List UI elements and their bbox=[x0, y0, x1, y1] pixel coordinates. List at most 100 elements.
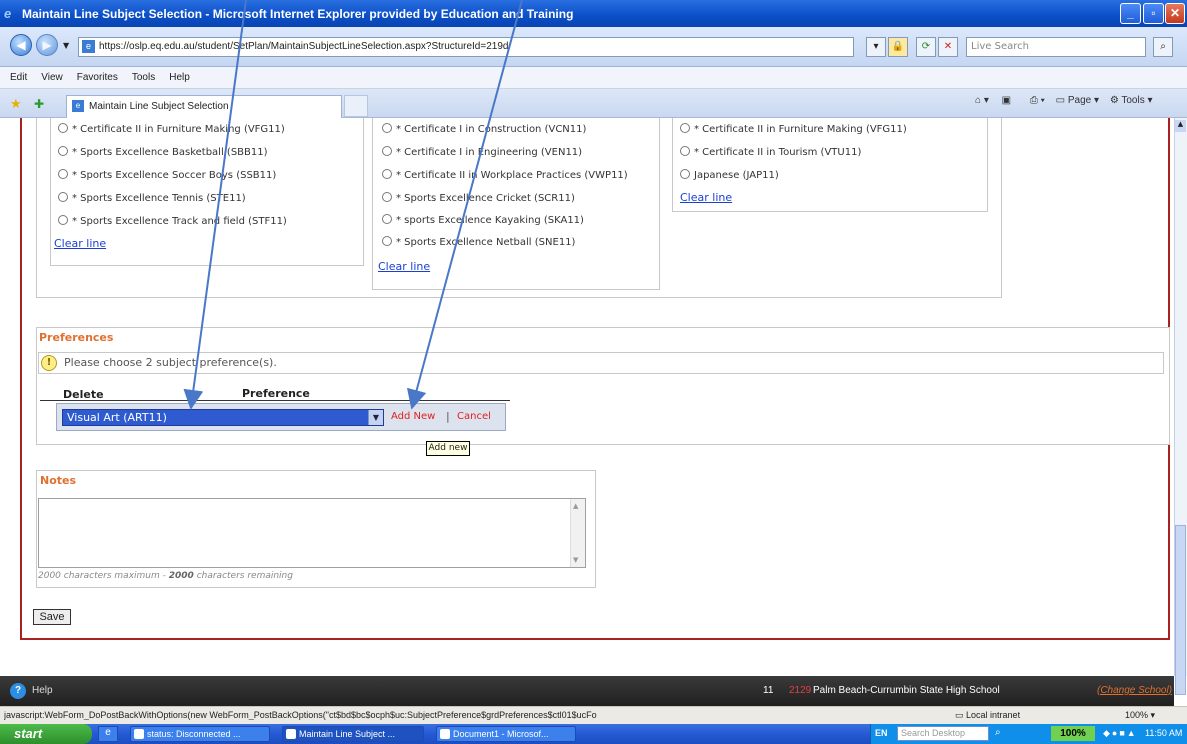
back-icon[interactable]: ◀ bbox=[10, 34, 32, 56]
language-indicator[interactable]: EN bbox=[875, 728, 888, 738]
column-preference: Preference bbox=[242, 387, 310, 400]
add-new-link[interactable]: Add New bbox=[391, 411, 435, 422]
radio-icon[interactable] bbox=[58, 146, 68, 156]
menu-view[interactable]: View bbox=[41, 72, 63, 83]
save-button[interactable]: Save bbox=[33, 609, 71, 625]
zoom-level[interactable]: 100% ▾ bbox=[1125, 710, 1155, 721]
option-line1-1[interactable]: * Certificate II in Furniture Making (VF… bbox=[58, 123, 285, 135]
change-school-link[interactable]: (Change School) bbox=[1097, 685, 1172, 696]
taskbar-item-document[interactable]: Document1 - Microsof... bbox=[436, 726, 576, 742]
scroll-up-icon[interactable]: ▲ bbox=[1175, 120, 1186, 132]
stop-icon[interactable]: ✕ bbox=[938, 37, 958, 57]
menu-edit[interactable]: Edit bbox=[10, 72, 27, 83]
add-favorites-icon[interactable]: ✚ bbox=[34, 97, 44, 111]
desktop-search-input[interactable]: Search Desktop bbox=[897, 726, 989, 741]
help-bar: ? Help 11 2129 Palm Beach-Currumbin Stat… bbox=[0, 676, 1174, 706]
option-line2-6[interactable]: * Sports Excellence Netball (SNE11) bbox=[382, 236, 575, 248]
tab-maintain-line-subject[interactable]: e Maintain Line Subject Selection bbox=[66, 95, 342, 118]
tab-ie-icon: e bbox=[72, 100, 84, 112]
windows-taskbar: start e status: Disconnected ... Maintai… bbox=[0, 724, 1187, 744]
option-line3-3[interactable]: Japanese (JAP11) bbox=[680, 169, 779, 181]
option-line2-1[interactable]: * Certificate I in Construction (VCN11) bbox=[382, 123, 586, 135]
option-line1-3[interactable]: * Sports Excellence Soccer Boys (SSB11) bbox=[58, 169, 276, 181]
live-search-input[interactable]: Live Search bbox=[966, 37, 1146, 57]
address-input[interactable]: e https://oslp.eq.edu.au/student/SetPlan… bbox=[78, 37, 854, 57]
scroll-up-icon[interactable]: ▲ bbox=[573, 502, 578, 510]
chevron-down-icon[interactable]: ▼ bbox=[368, 410, 383, 425]
clear-line-2[interactable]: Clear line bbox=[378, 260, 430, 273]
radio-icon[interactable] bbox=[58, 169, 68, 179]
favorites-star-icon[interactable]: ★ bbox=[10, 97, 22, 112]
radio-icon[interactable] bbox=[382, 123, 392, 133]
radio-icon[interactable] bbox=[680, 169, 690, 179]
radio-icon[interactable] bbox=[382, 146, 392, 156]
option-line2-3[interactable]: * Certificate II in Workplace Practices … bbox=[382, 169, 628, 181]
option-line3-2[interactable]: * Certificate II in Tourism (VTU11) bbox=[680, 146, 861, 158]
radio-icon[interactable] bbox=[382, 214, 392, 224]
lock-icon[interactable]: 🔒 bbox=[888, 37, 908, 57]
refresh-icon[interactable]: ⟳ bbox=[916, 37, 936, 57]
option-line1-5[interactable]: * Sports Excellence Track and field (STF… bbox=[58, 215, 287, 227]
option-line2-2[interactable]: * Certificate I in Engineering (VEN11) bbox=[382, 146, 582, 158]
radio-icon[interactable] bbox=[58, 192, 68, 202]
start-button[interactable]: start bbox=[0, 724, 92, 744]
radio-icon[interactable] bbox=[382, 192, 392, 202]
option-line2-5[interactable]: * sports Excellence Kayaking (SKA11) bbox=[382, 214, 584, 226]
battery-percent: 100% bbox=[1051, 726, 1095, 741]
minimize-button[interactable]: _ bbox=[1120, 3, 1141, 24]
tools-menu[interactable]: ⚙ Tools ▾ bbox=[1110, 95, 1153, 106]
page-favicon-icon: e bbox=[82, 40, 95, 53]
new-tab-button[interactable] bbox=[344, 95, 368, 117]
clear-line-3[interactable]: Clear line bbox=[680, 191, 732, 204]
clock: 11:50 AM bbox=[1145, 728, 1183, 738]
menu-help[interactable]: Help bbox=[169, 72, 190, 83]
quicklaunch-ie-icon[interactable]: e bbox=[98, 726, 118, 742]
help-number-2: 2129 bbox=[789, 685, 812, 696]
preference-select[interactable]: Visual Art (ART11) bbox=[62, 409, 384, 426]
radio-icon[interactable] bbox=[680, 146, 690, 156]
scroll-down-icon[interactable]: ▼ bbox=[573, 556, 578, 564]
menu-bar: Edit View Favorites Tools Help bbox=[0, 67, 1187, 89]
page-menu[interactable]: ▭ Page ▾ bbox=[1056, 95, 1099, 106]
close-button[interactable]: ✕ bbox=[1165, 3, 1185, 24]
link-separator: | bbox=[446, 410, 450, 423]
tray-icons[interactable]: ◆●■▲ bbox=[1103, 728, 1138, 739]
radio-icon[interactable] bbox=[680, 123, 690, 133]
option-line1-2[interactable]: * Sports Excellence Basketball (SBB11) bbox=[58, 146, 268, 158]
search-icon[interactable]: ⌕ bbox=[995, 727, 1001, 738]
notes-textarea[interactable] bbox=[38, 498, 586, 568]
menu-tools[interactable]: Tools bbox=[132, 72, 155, 83]
option-line2-4[interactable]: * Sports Excellence Cricket (SCR11) bbox=[382, 192, 575, 204]
history-dropdown-icon[interactable]: ▼ bbox=[63, 41, 69, 50]
clear-line-1[interactable]: Clear line bbox=[54, 237, 106, 250]
cancel-link[interactable]: Cancel bbox=[457, 411, 491, 422]
school-name: Palm Beach-Currumbin State High School bbox=[813, 685, 1000, 696]
help-link[interactable]: Help bbox=[32, 685, 53, 696]
status-bar: javascript:WebForm_DoPostBackWithOptions… bbox=[0, 706, 1187, 724]
radio-icon[interactable] bbox=[58, 123, 68, 133]
window-titlebar: e Maintain Line Subject Selection - Micr… bbox=[0, 0, 1187, 27]
system-tray: EN Search Desktop ⌕ 100% ◆●■▲ 11:50 AM bbox=[870, 724, 1187, 744]
menu-favorites[interactable]: Favorites bbox=[77, 72, 118, 83]
forward-icon[interactable]: ▶ bbox=[36, 34, 58, 56]
radio-icon[interactable] bbox=[58, 215, 68, 225]
table-divider bbox=[40, 400, 510, 401]
radio-icon[interactable] bbox=[382, 169, 392, 179]
print-icon[interactable]: ⎙ ▾ bbox=[1030, 95, 1045, 106]
home-icon[interactable]: ⌂ ▾ bbox=[975, 95, 989, 106]
intranet-icon: ▭ bbox=[955, 710, 964, 720]
help-number-1: 11 bbox=[763, 685, 774, 696]
maximize-button[interactable]: ▫ bbox=[1143, 3, 1164, 24]
taskbar-item-status[interactable]: status: Disconnected ... bbox=[130, 726, 270, 742]
taskbar-item-maintain[interactable]: Maintain Line Subject ... bbox=[282, 726, 424, 742]
radio-icon[interactable] bbox=[382, 236, 392, 246]
command-bar: ⌂ ▾ ▣ ⎙ ▾ ▭ Page ▾ ⚙ Tools ▾ bbox=[975, 95, 1153, 106]
option-line1-4[interactable]: * Sports Excellence Tennis (STE11) bbox=[58, 192, 246, 204]
scrollbar-thumb[interactable] bbox=[1175, 525, 1186, 695]
address-dropdown-icon[interactable]: ▾ bbox=[866, 37, 886, 57]
option-line3-1[interactable]: * Certificate II in Furniture Making (VF… bbox=[680, 123, 907, 135]
search-icon[interactable]: ⌕ bbox=[1153, 37, 1173, 57]
help-icon[interactable]: ? bbox=[10, 683, 26, 699]
status-text: javascript:WebForm_DoPostBackWithOptions… bbox=[4, 710, 597, 720]
feeds-icon[interactable]: ▣ bbox=[1002, 95, 1011, 106]
